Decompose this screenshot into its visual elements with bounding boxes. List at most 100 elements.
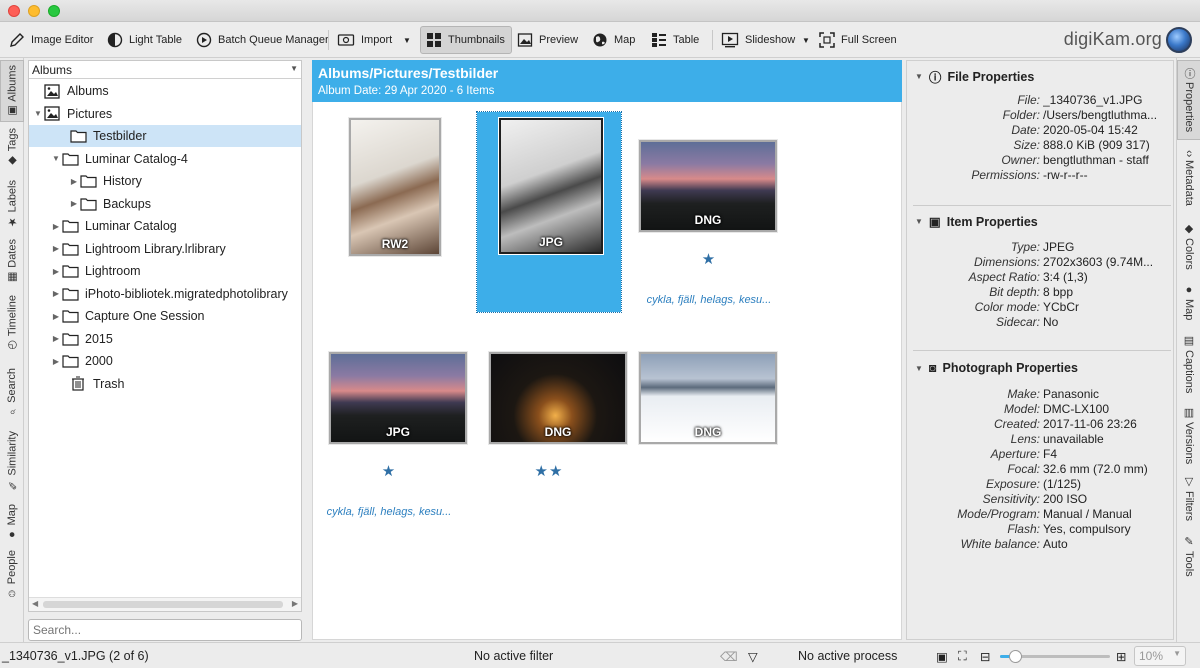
- preview-button[interactable]: Preview: [512, 26, 583, 54]
- collapsed-arrow-icon[interactable]: ▶: [51, 289, 61, 298]
- tab-timeline[interactable]: ◷ Timeline: [0, 288, 24, 360]
- thumbnail-image[interactable]: RW2: [349, 118, 441, 256]
- table-button[interactable]: Table: [646, 26, 704, 54]
- photograph-properties-header[interactable]: ▼ ◙ Photograph Properties: [915, 361, 1078, 375]
- tree-item[interactable]: Trash: [29, 373, 301, 395]
- zoom-slider-handle[interactable]: [1009, 650, 1023, 663]
- folder-icon: [61, 354, 79, 369]
- tab-metadata[interactable]: ‹› Metadata: [1177, 142, 1200, 214]
- tab-map[interactable]: ● Map: [0, 500, 24, 544]
- thumbnails-button[interactable]: Thumbnails: [420, 26, 512, 54]
- collapsed-arrow-icon[interactable]: ▶: [51, 357, 61, 366]
- tree-item[interactable]: ▶ Luminar Catalog: [29, 215, 301, 237]
- tree-item[interactable]: ▶ Backups: [29, 193, 301, 215]
- tab-versions[interactable]: ▥ Versions: [1177, 402, 1200, 468]
- tab-right-map[interactable]: ● Map: [1177, 278, 1200, 326]
- tab-tools[interactable]: ✎ Tools: [1177, 528, 1200, 584]
- thumbnail-item[interactable]: JPG ★ cykla, fjäll, helags, kesu...: [317, 324, 467, 524]
- rating-stars[interactable]: ★★: [477, 462, 621, 480]
- zoom-out-icon[interactable]: ⊟: [980, 649, 990, 664]
- tree-item[interactable]: ▶ Lightroom: [29, 260, 301, 282]
- tree-item[interactable]: ▶ 2015: [29, 328, 301, 350]
- collapsed-arrow-icon[interactable]: ▶: [69, 177, 79, 186]
- horizontal-scrollbar[interactable]: ◀ ▶: [29, 597, 301, 611]
- collapsed-arrow-icon[interactable]: ▶: [51, 244, 61, 253]
- tab-captions[interactable]: ▤ Captions: [1177, 328, 1200, 400]
- property-key: Dimensions:: [973, 255, 1040, 269]
- batch-queue-button[interactable]: Batch Queue Manager: [191, 26, 334, 54]
- album-search-input[interactable]: [28, 619, 302, 641]
- item-properties-header[interactable]: ▼ ▣ Item Properties: [915, 214, 1038, 230]
- tree-item[interactable]: Albums: [29, 80, 301, 102]
- thumbnail-item[interactable]: DNG ★ cykla, fjäll, helags, kesu...: [637, 112, 781, 312]
- zoom-frame-icon[interactable]: ⛶: [958, 649, 967, 664]
- rating-stars[interactable]: ★: [637, 250, 781, 268]
- thumbnail-image[interactable]: JPG: [499, 118, 603, 254]
- slideshow-dropdown-button[interactable]: ▼: [797, 26, 815, 54]
- thumbnail-image[interactable]: DNG: [489, 352, 627, 444]
- tree-item[interactable]: Testbilder: [29, 125, 301, 147]
- trash-icon[interactable]: ⌫: [720, 649, 738, 664]
- zoom-slider[interactable]: [1000, 650, 1110, 663]
- minimize-window-button[interactable]: [28, 5, 40, 17]
- zoom-level-combo[interactable]: 10% ▼: [1134, 646, 1186, 666]
- folder-icon: [61, 219, 79, 234]
- property-value: /Users/bengtluthma...: [1043, 108, 1158, 122]
- collapsed-arrow-icon[interactable]: ▶: [51, 222, 61, 231]
- thumbnail-item[interactable]: RW2: [317, 112, 461, 312]
- light-table-button[interactable]: Light Table: [102, 26, 187, 54]
- collapsed-arrow-icon[interactable]: ▶: [69, 199, 79, 208]
- tab-colors[interactable]: ◆ Colors: [1177, 216, 1200, 276]
- zoom-fit-icon[interactable]: ▣: [936, 649, 948, 664]
- tree-item[interactable]: ▼ Pictures: [29, 103, 301, 125]
- import-dropdown-button[interactable]: ▼: [398, 26, 416, 54]
- property-row: Bit depth: 8 bpp: [907, 285, 1173, 300]
- zoom-window-button[interactable]: [48, 5, 60, 17]
- tree-item[interactable]: ▶ Lightroom Library.lrlibrary: [29, 238, 301, 260]
- album-view-combo[interactable]: Albums ▼: [29, 61, 301, 79]
- tab-right-map-label: Map: [1183, 298, 1195, 321]
- tree-item[interactable]: ▶ iPhoto-bibliotek.migratedphotolibrary: [29, 283, 301, 305]
- import-button[interactable]: Import: [332, 26, 397, 54]
- tab-dates[interactable]: ▦ Dates: [0, 236, 24, 286]
- tab-labels[interactable]: ★ Labels: [0, 174, 24, 234]
- image-editor-button[interactable]: Image Editor: [4, 26, 98, 54]
- collapsed-arrow-icon[interactable]: ▶: [51, 334, 61, 343]
- thumbnail-item[interactable]: DNG ★★: [477, 324, 627, 524]
- photograph-properties-title: Photograph Properties: [942, 361, 1078, 375]
- file-properties-header[interactable]: ▼ ⓘ File Properties: [915, 67, 1034, 86]
- collapsed-arrow-icon[interactable]: ▶: [51, 267, 61, 276]
- full-screen-button[interactable]: Full Screen: [814, 26, 902, 54]
- tree-item[interactable]: ▶ History: [29, 170, 301, 192]
- expanded-arrow-icon[interactable]: ▼: [33, 109, 43, 118]
- tab-filters[interactable]: ▽ Filters: [1177, 470, 1200, 526]
- tab-tags[interactable]: ◆ Tags: [0, 124, 24, 172]
- tree-item[interactable]: ▶ Capture One Session: [29, 305, 301, 327]
- scroll-right-icon[interactable]: ▶: [292, 599, 298, 608]
- property-key: Make:: [1007, 387, 1040, 401]
- tab-similarity[interactable]: ✎ Similarity: [0, 424, 24, 498]
- expanded-arrow-icon[interactable]: ▼: [51, 154, 61, 163]
- rating-stars[interactable]: ★: [317, 462, 461, 480]
- tree-item[interactable]: ▶ 2000: [29, 350, 301, 372]
- filter-icon[interactable]: ▽: [748, 649, 758, 664]
- tab-people[interactable]: ☺ People: [0, 546, 24, 604]
- scroll-left-icon[interactable]: ◀: [32, 599, 38, 608]
- thumbnail-image[interactable]: JPG: [329, 352, 467, 444]
- scrollbar-thumb[interactable]: [43, 601, 283, 608]
- thumbnail-item[interactable]: JPG: [476, 111, 622, 313]
- tab-properties[interactable]: ⓘ Properties: [1177, 60, 1200, 140]
- thumbnail-image[interactable]: DNG: [639, 352, 777, 444]
- tab-albums[interactable]: ▣ Albums: [0, 60, 24, 122]
- collapsed-arrow-icon[interactable]: ▶: [51, 312, 61, 321]
- property-key: Sidecar:: [995, 315, 1040, 329]
- slideshow-button[interactable]: Slideshow: [716, 26, 800, 54]
- tab-properties-label: Properties: [1183, 81, 1195, 133]
- close-window-button[interactable]: [8, 5, 20, 17]
- thumbnail-item[interactable]: DNG: [637, 324, 781, 524]
- zoom-in-icon[interactable]: ⊞: [1116, 649, 1126, 664]
- tab-search[interactable]: ⌕ Search: [0, 362, 24, 422]
- map-button[interactable]: Map: [587, 26, 640, 54]
- tree-item[interactable]: ▼ Luminar Catalog-4: [29, 148, 301, 170]
- thumbnail-image[interactable]: DNG: [639, 140, 777, 232]
